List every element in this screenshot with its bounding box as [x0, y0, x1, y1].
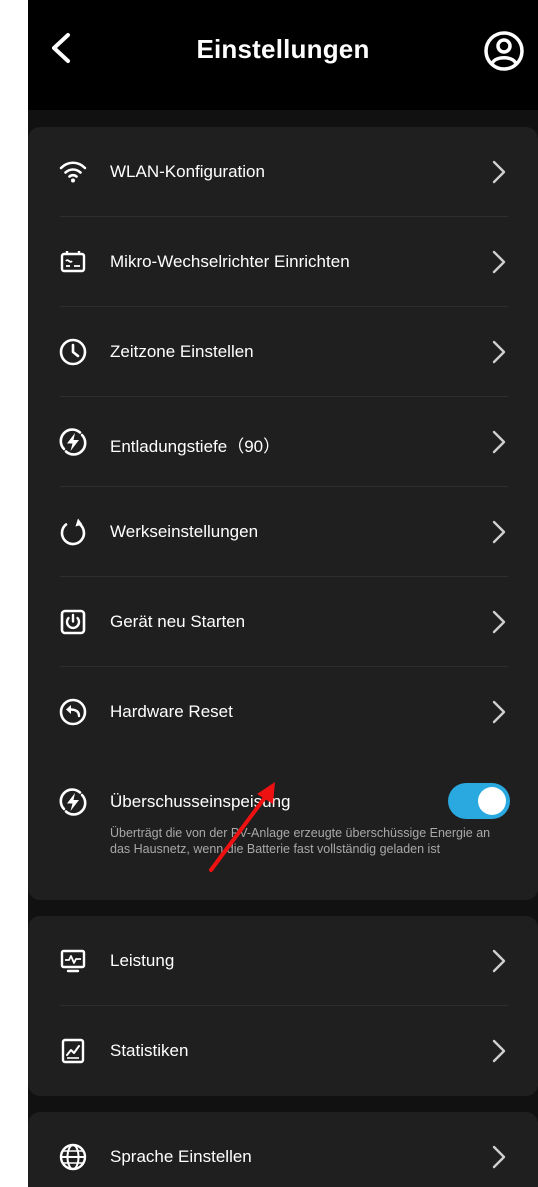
page-title: Einstellungen	[196, 34, 370, 64]
header-bar: Einstellungen	[28, 0, 538, 110]
chevron-right-icon	[492, 160, 506, 184]
statistics-label: Statistiken	[110, 1041, 189, 1060]
chevron-right-icon	[492, 1145, 506, 1169]
wifi-icon	[59, 161, 87, 183]
settings-card-main: WLAN-Konfiguration Mikro-Wechselrichter …	[28, 127, 538, 900]
toggle-knob	[478, 787, 506, 815]
wlan-configuration-label: WLAN-Konfiguration	[110, 162, 265, 181]
hardware-reset-item[interactable]: Hardware Reset	[28, 667, 538, 757]
monitor-chart-icon	[60, 949, 86, 973]
chevron-right-icon	[492, 1039, 506, 1063]
lightning-circle-icon	[59, 788, 87, 816]
micro-inverter-setup-item[interactable]: Mikro-Wechselrichter Einrichten	[28, 217, 538, 307]
surplus-feed-in-description: Überträgt die von der PV-Anlage erzeugte…	[110, 826, 491, 856]
surplus-feed-in-toggle[interactable]	[448, 783, 510, 819]
power-icon	[60, 609, 86, 635]
performance-label: Leistung	[110, 951, 175, 970]
restart-device-item[interactable]: Gerät neu Starten	[28, 577, 538, 667]
language-setup-item[interactable]: Sprache Einstellen	[28, 1112, 538, 1187]
inverter-icon	[60, 251, 86, 273]
chevron-right-icon	[492, 949, 506, 973]
clock-icon	[59, 338, 87, 366]
chevron-right-icon	[492, 340, 506, 364]
statistics-item[interactable]: Statistiken	[28, 1006, 538, 1096]
language-setup-label: Sprache Einstellen	[110, 1147, 252, 1166]
factory-settings-label: Werkseinstellungen	[110, 522, 259, 541]
surplus-feed-in-item: Überschusseinspeisung Überträgt die von …	[28, 757, 538, 892]
user-circle-icon	[484, 31, 524, 71]
timezone-setup-item[interactable]: Zeitzone Einstellen	[28, 307, 538, 397]
chevron-right-icon	[492, 520, 506, 544]
micro-inverter-setup-label: Mikro-Wechselrichter Einrichten	[110, 252, 350, 271]
restart-device-label: Gerät neu Starten	[110, 612, 246, 631]
wlan-configuration-item[interactable]: WLAN-Konfiguration	[28, 127, 538, 217]
settings-screen: Einstellungen WLAN-Konfiguration Mikro-W…	[28, 0, 538, 1187]
settings-card-language: Sprache Einstellen	[28, 1112, 538, 1187]
settings-card-monitoring: Leistung Statistiken	[28, 916, 538, 1096]
discharge-depth-item[interactable]: Entladungstiefe（90）	[28, 397, 538, 487]
chevron-right-icon	[492, 610, 506, 634]
stats-icon	[61, 1038, 85, 1064]
reset-arrow-icon	[59, 698, 87, 726]
refresh-icon	[60, 518, 86, 546]
performance-item[interactable]: Leistung	[28, 916, 538, 1006]
profile-button[interactable]	[482, 29, 526, 73]
hardware-reset-label: Hardware Reset	[110, 702, 233, 721]
timezone-setup-label: Zeitzone Einstellen	[110, 342, 254, 361]
factory-settings-item[interactable]: Werkseinstellungen	[28, 487, 538, 577]
globe-icon	[59, 1143, 87, 1171]
lightning-circle-icon	[59, 428, 87, 456]
chevron-right-icon	[492, 700, 506, 724]
chevron-right-icon	[492, 430, 506, 454]
chevron-right-icon	[492, 250, 506, 274]
discharge-depth-label: Entladungstiefe（90）	[110, 437, 281, 456]
surplus-feed-in-label: Überschusseinspeisung	[110, 792, 291, 811]
